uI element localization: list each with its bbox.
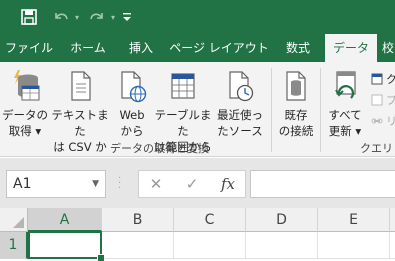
- column-header-f[interactable]: [390, 208, 395, 232]
- name-box-dropdown-icon[interactable]: ▼: [92, 171, 99, 197]
- tab-insert[interactable]: 挿入: [118, 34, 164, 62]
- worksheet-grid: A B C D E 1: [0, 208, 395, 261]
- column-header-e[interactable]: E: [318, 208, 390, 232]
- edit-links-label: リ: [386, 113, 395, 129]
- group-separator: [271, 68, 272, 152]
- redo-dropdown-icon[interactable]: ▾: [108, 7, 118, 27]
- cell-f1[interactable]: [390, 232, 395, 259]
- row-header-1[interactable]: 1: [0, 232, 28, 259]
- get-data-label: データの 取得 ▾: [2, 108, 48, 138]
- formula-buttons: ✕ ✓ fx: [138, 170, 246, 198]
- cell-e1[interactable]: [318, 232, 390, 259]
- undo-icon[interactable]: [50, 7, 72, 27]
- group-label-queries: クエリと接: [360, 142, 395, 155]
- tab-review[interactable]: 校: [382, 34, 395, 62]
- select-all-button[interactable]: [0, 208, 28, 232]
- recent-sources-button[interactable]: 最近使っ たソース: [214, 66, 266, 144]
- properties-icon: [371, 94, 383, 106]
- recent-clock-icon: [229, 71, 254, 102]
- edit-links-icon: [371, 118, 383, 124]
- from-table-range-button[interactable]: テーブルまた は範囲から: [152, 66, 214, 154]
- tab-home[interactable]: ホーム: [61, 34, 115, 62]
- formula-bar-area: A1 ▼ · · · ✕ ✓ fx: [0, 158, 395, 208]
- tab-formulas[interactable]: 数式: [274, 34, 322, 62]
- recent-sources-label: 最近使っ たソース: [217, 108, 263, 138]
- name-box-value: A1: [13, 176, 32, 192]
- tab-data[interactable]: データ: [325, 34, 377, 62]
- name-box[interactable]: A1 ▼: [6, 170, 106, 198]
- queries-connections-label: ク: [386, 71, 395, 87]
- refresh-all-label: すべて 更新 ▾: [328, 108, 362, 138]
- column-header-d[interactable]: D: [246, 208, 318, 232]
- tab-file[interactable]: ファイル: [0, 34, 58, 62]
- database-icon: [14, 70, 40, 101]
- web-icon: [121, 71, 147, 103]
- column-header-c[interactable]: C: [174, 208, 246, 232]
- cancel-icon[interactable]: ✕: [145, 171, 167, 197]
- column-header-a[interactable]: A: [28, 208, 102, 232]
- save-icon[interactable]: [18, 7, 40, 27]
- ribbon-tabs: ファイル ホーム 挿入 ページ レイアウト 数式 データ 校: [0, 34, 395, 62]
- properties-item[interactable]: プ: [371, 91, 395, 109]
- group-label-get-transform: データの取得と変換: [110, 142, 209, 155]
- existing-connections-label: 既存 の接続: [278, 108, 314, 138]
- ribbon-panel: データの 取得 ▾ テキストまた は CSV から Web から: [0, 62, 395, 157]
- cell-b1[interactable]: [102, 232, 174, 259]
- from-text-csv-label: テキストまた は CSV から: [51, 108, 109, 154]
- group-separator: [320, 68, 321, 152]
- column-header-b[interactable]: B: [102, 208, 174, 232]
- queries-connections-item[interactable]: ク: [371, 70, 395, 88]
- edit-links-item[interactable]: リ: [371, 112, 395, 130]
- table-icon: [171, 73, 195, 99]
- existing-connections-button[interactable]: 既存 の接続: [274, 66, 318, 144]
- cell-c1[interactable]: [174, 232, 246, 259]
- get-data-button[interactable]: データの 取得 ▾: [2, 66, 48, 144]
- from-web-button[interactable]: Web から: [113, 66, 151, 144]
- active-cell-selection[interactable]: [28, 231, 105, 261]
- connections-icon: [286, 71, 306, 101]
- enter-icon[interactable]: ✓: [181, 171, 203, 197]
- text-file-icon: [71, 71, 91, 101]
- customize-qat-icon[interactable]: [120, 7, 134, 27]
- from-text-csv-button[interactable]: テキストまた は CSV から: [48, 66, 112, 154]
- tab-page-layout[interactable]: ページ レイアウト: [167, 34, 271, 62]
- insert-function-icon[interactable]: fx: [217, 171, 239, 197]
- formula-input[interactable]: [250, 170, 395, 198]
- cell-d1[interactable]: [246, 232, 318, 259]
- title-bar: ▾ ▾: [0, 0, 395, 34]
- refresh-icon: [335, 71, 356, 99]
- redo-icon[interactable]: [86, 7, 108, 27]
- splitter-dots-icon[interactable]: · · ·: [118, 174, 122, 194]
- properties-label: プ: [386, 92, 395, 108]
- refresh-all-button[interactable]: すべて 更新 ▾: [322, 66, 368, 144]
- undo-dropdown-icon[interactable]: ▾: [72, 7, 82, 27]
- queries-icon: [371, 73, 383, 85]
- from-web-label: Web から: [119, 108, 145, 138]
